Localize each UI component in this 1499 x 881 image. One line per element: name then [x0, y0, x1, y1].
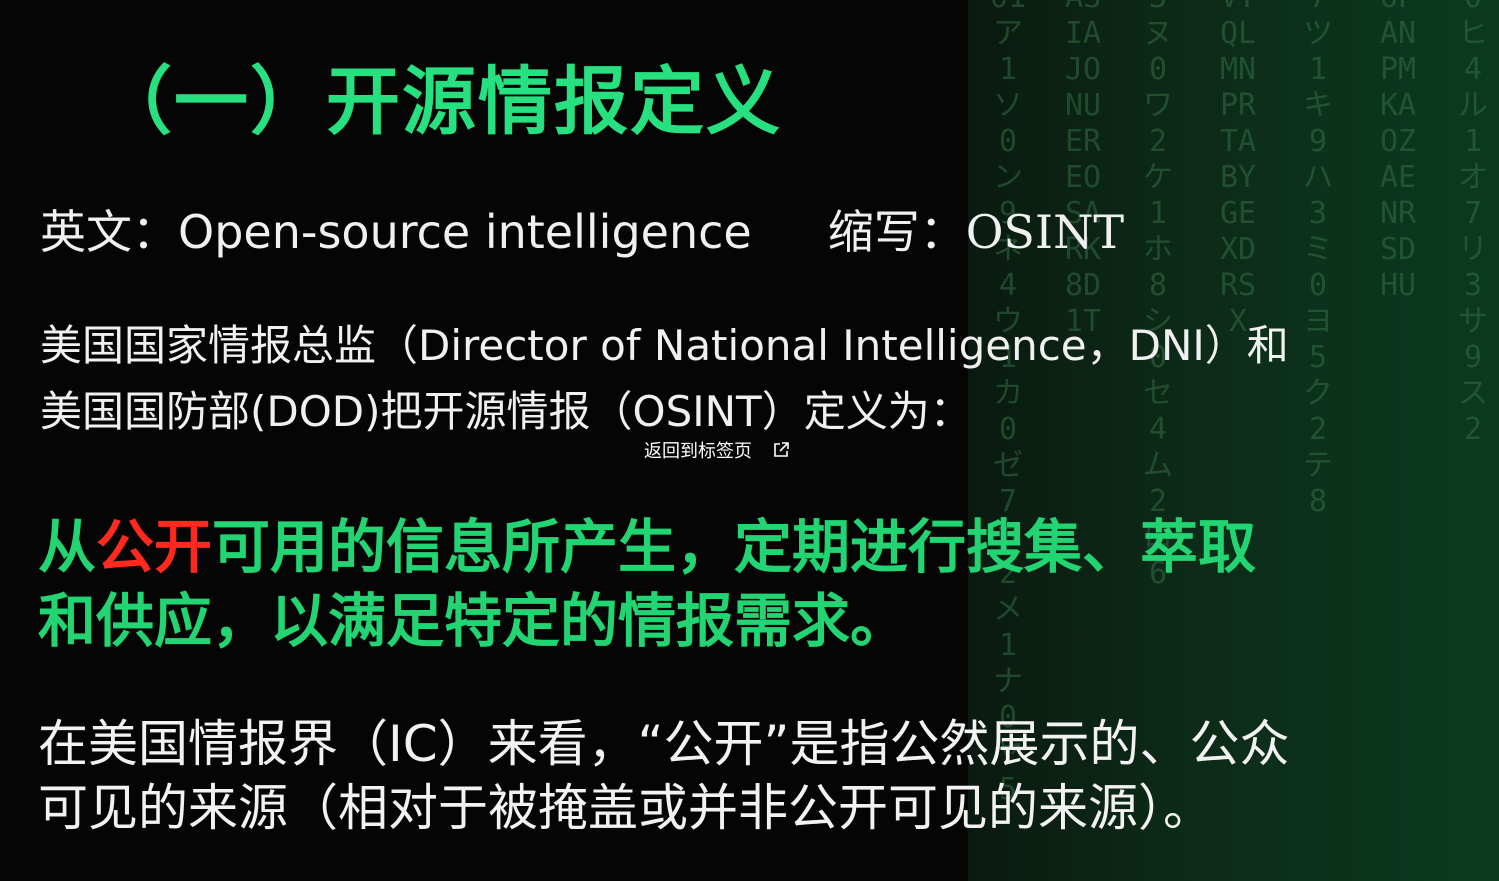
matrix-rain-column: 01ア1ソ0ン9ネ4ウ1カ0ゼ7ユ2メ1ナ0ヤ5 [990, 0, 1026, 807]
english-name-line: 英文：Open-source intelligence 缩写：OSINT [40, 196, 1124, 262]
definition-post: 可用的信息所产生，定期进行搜集、萃取 [212, 513, 1257, 581]
english-value: Open-source intelligence [178, 205, 752, 259]
back-to-tab-label[interactable]: 返回到标签页 [644, 437, 752, 463]
slide-title: （一）开源情报定义 [98, 59, 782, 145]
definition-intro-line-2: 美国国防部(DOD)把开源情报（OSINT）定义为： [40, 387, 972, 436]
definition-line-2: 和供应，以满足特定的情报需求。 [38, 587, 909, 655]
matrix-rain-column: OPANPMKAOZAENRSDHU [1379, 0, 1417, 303]
matrix-rain-column: VYQLMNPRTABYGEXDRSX [1219, 0, 1257, 339]
ic-note-line-2: 可见的来源（相对于被掩盖或并非公开可见的来源）。 [38, 779, 1213, 837]
abbreviation-value: OSINT [965, 205, 1125, 259]
back-to-tab-overlay[interactable]: 返回到标签页 [644, 437, 790, 463]
definition-highlight: 公开 [96, 513, 213, 581]
abbreviation-label: 缩写： [827, 205, 966, 259]
english-label: 英文： [40, 205, 178, 259]
external-link-icon[interactable] [772, 441, 790, 459]
matrix-rain-column: 7ツ1キ9ハ3ミ0ヨ5ク2テ8 [1303, 0, 1333, 519]
matrix-rain-column: ASIAJONUEREOSARK8D1T [1064, 0, 1102, 339]
definition-line-1: 从公开可用的信息所产生，定期进行搜集、萃取 [38, 500, 1256, 584]
definition-pre: 从 [38, 513, 97, 581]
ic-note-line-1: 在美国情报界（IC）来看，“公开”是指公然展示的、公众 [38, 715, 1290, 773]
definition-intro-line-1: 美国国家情报总监（Director of National Intelligen… [40, 321, 1289, 370]
matrix-rain-column: 0ヒ4ル1オ7リ3サ9ス2 [1458, 0, 1488, 447]
